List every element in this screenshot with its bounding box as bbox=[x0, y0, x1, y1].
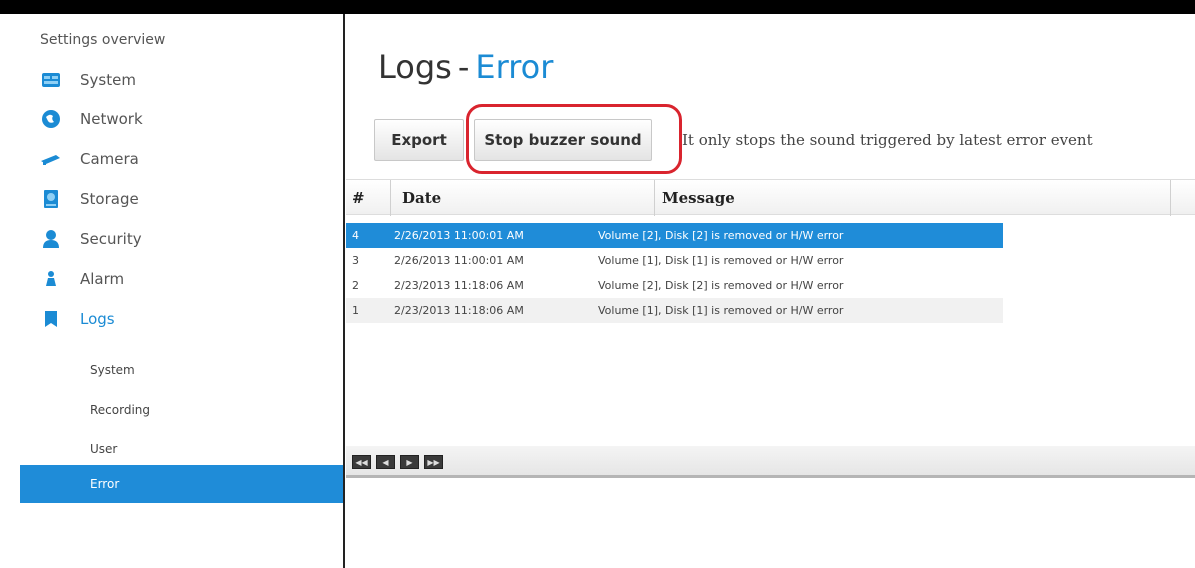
sidebar-subitem-recording[interactable]: Recording bbox=[20, 391, 343, 429]
cell-message: Volume [1], Disk [1] is removed or H/W e… bbox=[598, 304, 844, 317]
alarm-icon bbox=[40, 268, 62, 290]
sidebar-item-label: Storage bbox=[80, 190, 139, 208]
page-title-separator: - bbox=[457, 48, 470, 86]
system-icon bbox=[40, 69, 62, 91]
camera-icon bbox=[40, 148, 62, 170]
sidebar-item-logs[interactable]: Logs bbox=[40, 304, 320, 334]
sidebar-item-network[interactable]: Network bbox=[40, 104, 320, 134]
next-page-icon[interactable]: ▶ bbox=[400, 455, 419, 469]
column-header-message[interactable]: Message bbox=[662, 180, 735, 216]
column-header-number[interactable]: # bbox=[352, 180, 365, 216]
sidebar-item-label: System bbox=[80, 71, 136, 89]
first-page-icon[interactable]: ◀◀ bbox=[352, 455, 371, 469]
column-header-date[interactable]: Date bbox=[402, 180, 441, 216]
sidebar-item-label: Alarm bbox=[80, 270, 125, 288]
page-title-accent: Error bbox=[475, 48, 554, 86]
table-row[interactable]: 2 2/23/2013 11:18:06 AM Volume [2], Disk… bbox=[346, 273, 1003, 298]
prev-page-icon[interactable]: ◀ bbox=[376, 455, 395, 469]
table-row[interactable]: 4 2/26/2013 11:00:01 AM Volume [2], Disk… bbox=[346, 223, 1003, 248]
cell-date: 2/26/2013 11:00:01 AM bbox=[394, 229, 524, 242]
cell-message: Volume [2], Disk [2] is removed or H/W e… bbox=[598, 229, 844, 242]
sidebar-divider bbox=[343, 14, 345, 568]
page-title: Logs - Error bbox=[378, 48, 553, 86]
cell-number: 4 bbox=[352, 229, 359, 242]
logs-icon bbox=[40, 308, 62, 330]
network-icon bbox=[40, 108, 62, 130]
sidebar-item-label: Logs bbox=[80, 310, 115, 328]
main-panel: Logs - Error Export Stop buzzer sound It o… bbox=[346, 14, 1195, 568]
table-row[interactable]: 1 2/23/2013 11:18:06 AM Volume [1], Disk… bbox=[346, 298, 1003, 323]
last-page-icon[interactable]: ▶▶ bbox=[424, 455, 443, 469]
sidebar-item-alarm[interactable]: Alarm bbox=[40, 264, 320, 294]
storage-icon bbox=[40, 188, 62, 210]
top-bar bbox=[0, 0, 1195, 14]
cell-number: 1 bbox=[352, 304, 359, 317]
cell-number: 3 bbox=[352, 254, 359, 267]
table-header: # Date Message bbox=[346, 179, 1195, 216]
security-icon bbox=[40, 228, 62, 250]
sidebar-subitem-error[interactable]: Error bbox=[20, 465, 343, 503]
sidebar-subitem-system[interactable]: System bbox=[20, 351, 343, 389]
cell-date: 2/23/2013 11:18:06 AM bbox=[394, 304, 524, 317]
column-divider bbox=[1170, 180, 1171, 216]
stop-buzzer-sound-button[interactable]: Stop buzzer sound bbox=[474, 119, 652, 161]
column-divider bbox=[390, 180, 391, 216]
pager: ◀◀ ◀ ▶ ▶▶ bbox=[346, 446, 1195, 478]
sidebar-item-label: Camera bbox=[80, 150, 139, 168]
table-row[interactable]: 3 2/26/2013 11:00:01 AM Volume [1], Disk… bbox=[346, 248, 1003, 273]
sidebar-item-system[interactable]: System bbox=[40, 65, 320, 95]
sidebar-item-label: Network bbox=[80, 110, 143, 128]
sidebar: Settings overview System Network Camera … bbox=[0, 14, 344, 568]
cell-message: Volume [2], Disk [2] is removed or H/W e… bbox=[598, 279, 844, 292]
export-button[interactable]: Export bbox=[374, 119, 464, 161]
cell-date: 2/26/2013 11:00:01 AM bbox=[394, 254, 524, 267]
stop-buzzer-hint: It only stops the sound triggered by lat… bbox=[682, 131, 1093, 149]
cell-date: 2/23/2013 11:18:06 AM bbox=[394, 279, 524, 292]
sidebar-item-label: Security bbox=[80, 230, 142, 248]
cell-message: Volume [1], Disk [1] is removed or H/W e… bbox=[598, 254, 844, 267]
page-title-prefix: Logs bbox=[378, 48, 452, 86]
sidebar-item-storage[interactable]: Storage bbox=[40, 184, 320, 214]
sidebar-item-security[interactable]: Security bbox=[40, 224, 320, 254]
sidebar-item-camera[interactable]: Camera bbox=[40, 144, 320, 174]
sidebar-subitem-user[interactable]: User bbox=[20, 430, 343, 468]
column-divider bbox=[654, 180, 655, 216]
settings-overview-title: Settings overview bbox=[40, 32, 166, 48]
cell-number: 2 bbox=[352, 279, 359, 292]
